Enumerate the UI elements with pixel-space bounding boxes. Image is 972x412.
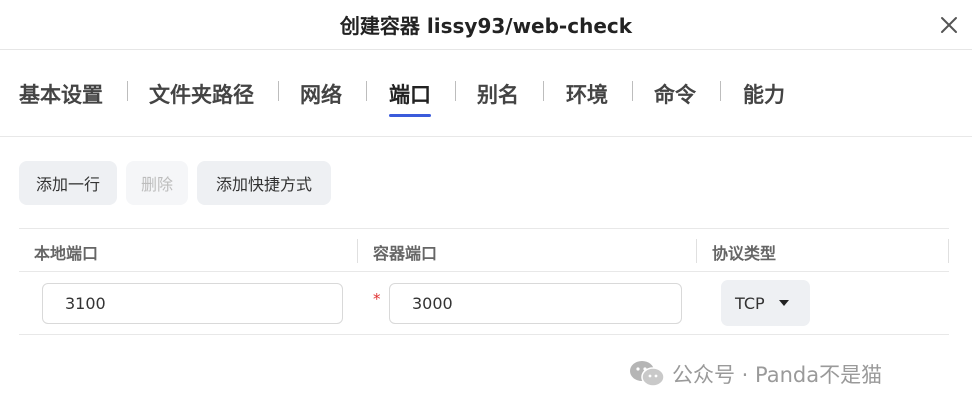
tab-divider [632,81,633,101]
delete-button[interactable]: 删除 [126,161,188,205]
watermark-text: 公众号 · Panda不是猫 [672,363,883,387]
protocol-select[interactable]: TCP [721,280,810,326]
dialog-title: 创建容器 lissy93/web-check [339,14,633,38]
tab-capabilities[interactable]: 能力 [743,79,785,109]
tab-divider [127,81,128,101]
protocol-value: TCP [735,293,765,313]
tab-divider [543,81,544,101]
tab-divider [720,81,721,101]
column-header-container-port: 容器端口 [373,244,438,263]
tab-ports[interactable]: 端口 [389,79,431,117]
tab-environment[interactable]: 环境 [566,79,608,109]
column-header-protocol: 协议类型 [712,244,777,263]
tab-bar: 基本设置 文件夹路径 网络 端口 别名 环境 命令 能力 [0,50,972,137]
caret-down-icon [778,300,789,306]
column-divider [948,239,949,263]
column-header-local-port: 本地端口 [34,244,99,263]
dialog-header: 创建容器 lissy93/web-check [0,0,972,50]
active-tab-indicator [389,114,431,117]
add-row-button[interactable]: 添加一行 [19,161,117,205]
tab-divider [366,81,367,101]
column-divider [696,239,697,263]
tab-folder-paths[interactable]: 文件夹路径 [149,79,254,109]
tab-command[interactable]: 命令 [654,79,696,109]
tab-basic-settings[interactable]: 基本设置 [19,79,103,109]
add-shortcut-button[interactable]: 添加快捷方式 [197,161,331,205]
tab-divider [278,81,279,101]
column-divider [357,239,358,263]
table-row: * TCP [19,272,949,335]
tab-aliases[interactable]: 别名 [477,79,519,109]
tab-divider [455,81,456,101]
wechat-icon [630,361,665,387]
table-header: 本地端口 容器端口 协议类型 [19,228,949,272]
local-port-input[interactable] [42,283,343,324]
watermark: 公众号 · Panda不是猫 [628,358,882,390]
required-mark: * [373,290,381,308]
container-port-input[interactable] [389,283,682,324]
tab-network[interactable]: 网络 [300,79,342,109]
close-icon[interactable] [938,14,960,36]
